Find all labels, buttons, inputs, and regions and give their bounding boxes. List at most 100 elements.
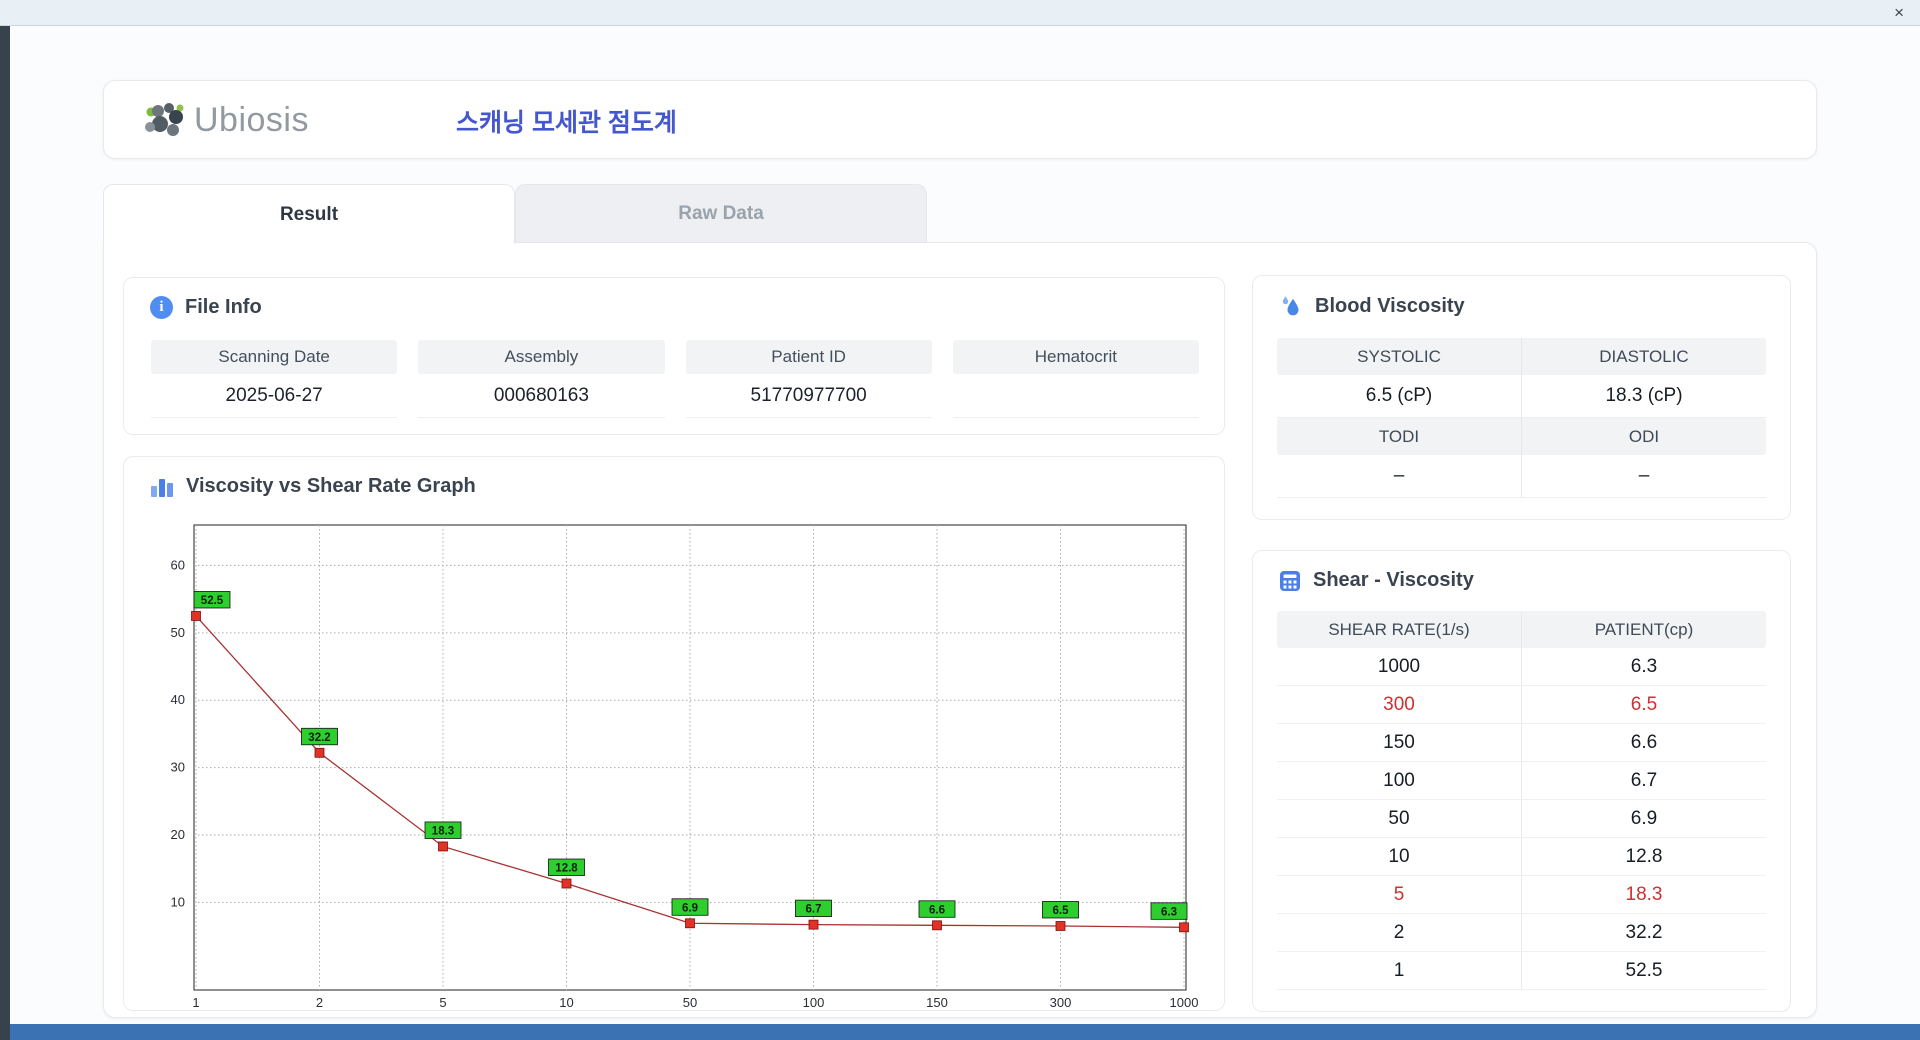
result-panel: i File Info Scanning Date 2025-06-27 Assem… [103,242,1817,1018]
bv-header-row-1: SYSTOLIC DIASTOLIC [1277,338,1766,375]
diastolic-value: 18.3 (cP) [1521,375,1766,417]
field-label: Assembly [418,340,665,374]
odi-label: ODI [1521,418,1766,455]
info-icon: i [150,296,173,319]
svg-text:6.3: 6.3 [1161,906,1177,918]
logo-text: Ubiosis [194,101,309,139]
graph-title-row: Viscosity vs Shear Rate Graph [150,475,476,498]
shear-viscosity-row: 10 12.8 [1277,838,1766,876]
shear-rate-cell: 1000 [1377,655,1421,677]
svg-text:150: 150 [926,995,948,1009]
todi-label: TODI [1378,426,1420,446]
systolic-value: 6.5 (cP) [1365,385,1433,406]
svg-text:5: 5 [439,995,446,1009]
patient-viscosity-cell: 32.2 [1521,914,1766,951]
svg-text:10: 10 [171,894,185,909]
patient-column-header: PATIENT(cp) [1521,611,1766,648]
tab-result[interactable]: Result [103,184,515,244]
shear-viscosity-row: 150 6.6 [1277,724,1766,762]
patient-viscosity-cell: 6.3 [1521,648,1766,685]
file-info-title-row: i File Info [150,296,262,319]
blood-viscosity-title-row: Blood Viscosity [1279,294,1465,318]
viscosity-chart: 10 20 30 40 50 60 1 2 5 10 50 100 150 300 1000 52.5 32.2… [171,524,1199,1009]
svg-text:60: 60 [171,557,185,572]
graph-card: Viscosity vs Shear Rate Graph 10 20 30 40 50… [123,456,1225,1011]
shear-viscosity-row: 2 32.2 [1277,914,1766,952]
file-info-field-1: Assembly 000680163 [418,340,665,418]
svg-text:2: 2 [316,995,323,1009]
file-info-field-3: Hematocrit [952,340,1199,418]
svg-text:18.3: 18.3 [432,825,454,837]
shear-viscosity-table: SHEAR RATE(1/s) PATIENT(cp) 1000 6.3 300 6.… [1277,611,1766,990]
window-titlebar: × [0,0,1920,26]
droplet-icon [1282,296,1299,316]
field-label: Patient ID [685,340,932,374]
shear-viscosity-row: 5 18.3 [1277,876,1766,914]
odi-value: – [1521,455,1766,497]
shear-viscosity-title-row: Shear - Viscosity [1279,569,1474,592]
blood-viscosity-table: SYSTOLIC DIASTOLIC 6.5 (cP) 18.3 (cP) TO… [1277,338,1766,498]
shear-viscosity-row: 50 6.9 [1277,800,1766,838]
file-info-fields: Scanning Date 2025-06-27 Assembly 000680163… [151,340,1199,418]
svg-text:50: 50 [683,995,697,1009]
diastolic-label: DIASTOLIC [1521,338,1766,375]
patient-viscosity-cell: 52.5 [1521,952,1766,989]
svg-text:32.2: 32.2 [308,732,330,744]
patient-viscosity-cell: 6.5 [1521,686,1766,723]
shear-rate-cell: 10 [1388,845,1410,867]
shear-viscosity-row: 1 52.5 [1277,952,1766,990]
field-value: 51770977700 [685,374,932,418]
field-value [952,374,1199,418]
file-info-field-0: Scanning Date 2025-06-27 [151,340,398,418]
svg-text:300: 300 [1050,995,1072,1009]
bv-value-row-1: 6.5 (cP) 18.3 (cP) [1277,375,1766,418]
todi-value: – [1393,465,1405,486]
shear-rate-column-header: SHEAR RATE(1/s) [1328,619,1470,639]
shear-viscosity-title: Shear - Viscosity [1313,569,1474,591]
bar-chart-icon [151,479,173,497]
svg-text:30: 30 [171,760,185,775]
svg-text:6.6: 6.6 [929,904,945,916]
blood-viscosity-card: Blood Viscosity SYSTOLIC DIASTOLIC 6.5 (… [1252,275,1791,520]
shear-viscosity-header-row: SHEAR RATE(1/s) PATIENT(cp) [1277,611,1766,648]
bv-header-row-2: TODI ODI [1277,418,1766,455]
shear-rate-cell: 100 [1383,769,1415,791]
shear-rate-cell: 50 [1388,807,1410,829]
shear-rate-cell: 2 [1393,921,1405,943]
patient-viscosity-cell: 6.9 [1521,800,1766,837]
graph-title: Viscosity vs Shear Rate Graph [186,475,476,497]
logo-mark-icon [145,102,184,136]
shear-rate-cell: 150 [1383,731,1415,753]
bv-value-row-2: – – [1277,455,1766,498]
svg-text:50: 50 [171,625,185,640]
svg-text:12.8: 12.8 [555,863,578,875]
svg-text:6.9: 6.9 [682,902,698,914]
svg-text:52.5: 52.5 [201,595,224,607]
file-info-card: i File Info Scanning Date 2025-06-27 Assem… [123,277,1225,435]
svg-text:6.7: 6.7 [806,904,822,916]
patient-viscosity-cell: 6.6 [1521,724,1766,761]
svg-text:20: 20 [171,827,185,842]
svg-text:1000: 1000 [1170,995,1199,1009]
window-bottom-bar [10,1024,1920,1040]
svg-text:40: 40 [171,692,185,707]
patient-viscosity-cell: 18.3 [1521,876,1766,913]
ubiosis-logo: Ubiosis [142,81,309,160]
field-value: 000680163 [418,374,665,418]
close-icon[interactable]: × [1894,3,1904,22]
shear-viscosity-body: 1000 6.3 300 6.5 150 6.6 100 6.7 50 6.9 10 12.8 5 18.… [1277,648,1766,990]
shear-rate-cell: 1 [1393,959,1405,981]
shear-rate-cell: 5 [1393,883,1405,905]
shear-viscosity-row: 1000 6.3 [1277,648,1766,686]
svg-text:100: 100 [803,995,825,1009]
blood-viscosity-title: Blood Viscosity [1315,294,1465,317]
patient-viscosity-cell: 6.7 [1521,762,1766,799]
app-window: Ubiosis 스캐닝 모세관 점도계 Result Raw Data i Fi… [10,26,1920,1024]
calculator-icon [1280,570,1300,591]
shear-viscosity-card: Shear - Viscosity SHEAR RATE(1/s) PATIEN… [1252,550,1791,1012]
shear-viscosity-row: 300 6.5 [1277,686,1766,724]
tab-raw-data[interactable]: Raw Data [515,184,927,243]
field-value: 2025-06-27 [151,374,398,418]
field-label: Hematocrit [952,340,1199,374]
file-info-field-2: Patient ID 51770977700 [685,340,932,418]
